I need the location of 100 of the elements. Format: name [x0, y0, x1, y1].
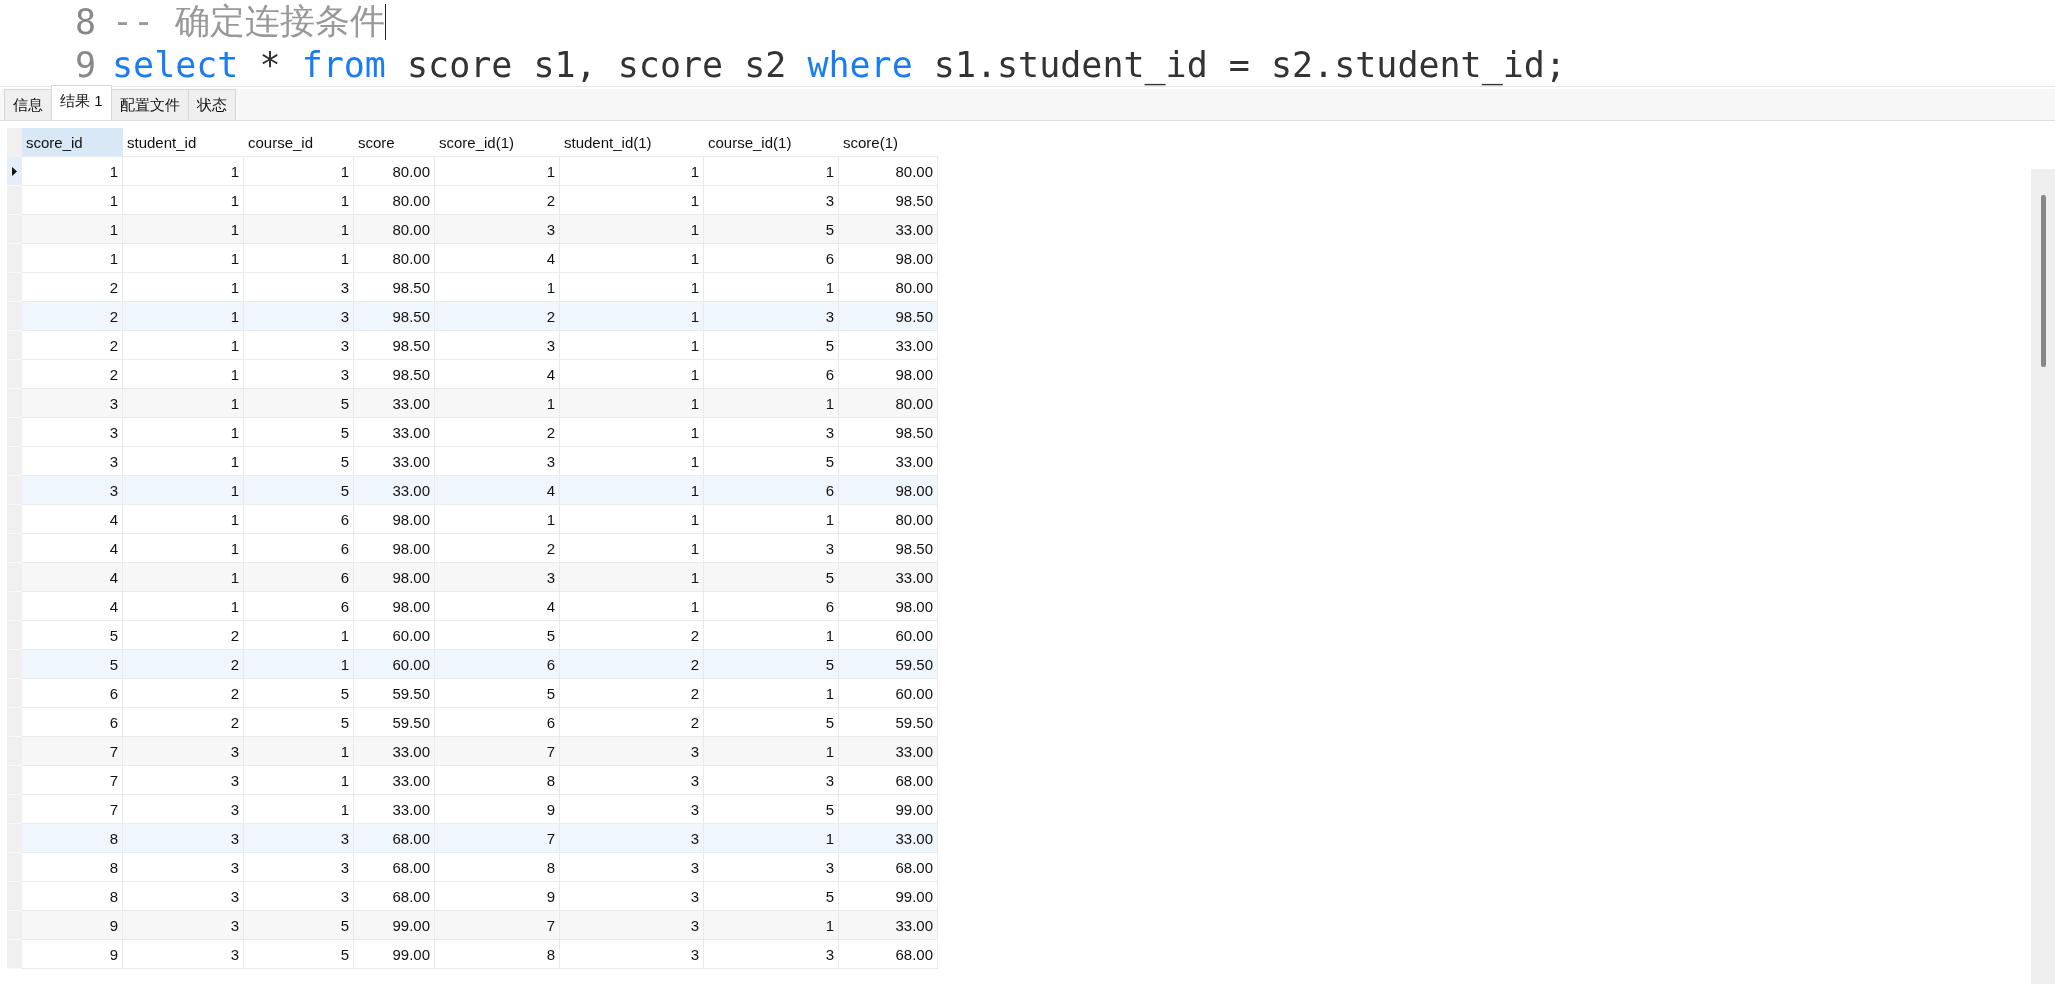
table-cell: 1: [244, 157, 354, 186]
table-cell: 60.00: [354, 650, 435, 679]
table-cell: 1: [244, 244, 354, 273]
table-cell: 1: [22, 244, 123, 273]
table-cell: 98.50: [354, 302, 435, 331]
table-cell: 68.00: [839, 853, 938, 882]
table-cell: 3: [123, 824, 244, 853]
table-cell: 7: [435, 824, 560, 853]
table-cell: 3: [123, 940, 244, 969]
table-cell: 1: [244, 737, 354, 766]
table-cell: 4: [22, 505, 123, 534]
table-cell: 2: [435, 302, 560, 331]
table-cell: 59.50: [354, 679, 435, 708]
table-cell: 5: [704, 650, 839, 679]
table-cell: 4: [22, 592, 123, 621]
table-cell: 98.00: [839, 592, 938, 621]
table-cell: 1: [560, 302, 704, 331]
table-cell: 3: [435, 215, 560, 244]
table-cell: 80.00: [839, 505, 938, 534]
table-cell: 7: [435, 911, 560, 940]
table-cell: 1: [123, 592, 244, 621]
table-cell: 1: [704, 679, 839, 708]
tab[interactable]: 配置文件: [110, 89, 189, 120]
table-cell: 4: [435, 244, 560, 273]
table-cell: 98.00: [354, 592, 435, 621]
table-cell: 33.00: [839, 737, 938, 766]
table-cell: 99.00: [354, 911, 435, 940]
table-cell: 7: [435, 737, 560, 766]
table-cell: 33.00: [839, 911, 938, 940]
table-cell: 5: [435, 679, 560, 708]
table-cell: 1: [560, 389, 704, 418]
table-cell: 59.50: [839, 650, 938, 679]
table-cell: 3: [244, 853, 354, 882]
table-cell: 33.00: [839, 563, 938, 592]
table-cell: 5: [704, 215, 839, 244]
table-cell: 5: [22, 650, 123, 679]
table-cell: 3: [123, 853, 244, 882]
table-cell: 1: [560, 418, 704, 447]
table-cell: 6: [244, 592, 354, 621]
line-number: 8: [73, 1, 97, 42]
table-cell: 7: [22, 737, 123, 766]
table-cell: 1: [435, 505, 560, 534]
table-cell: 1: [123, 331, 244, 360]
row-header[interactable]: [7, 157, 22, 186]
table-cell: 1: [123, 389, 244, 418]
table-cell: 5: [244, 389, 354, 418]
table-cell: 1: [435, 389, 560, 418]
table-cell: 2: [123, 650, 244, 679]
table-cell: 1: [560, 157, 704, 186]
table-cell: 99.00: [354, 940, 435, 969]
table-cell: 4: [435, 476, 560, 505]
table-cell: 98.50: [839, 418, 938, 447]
table-cell: 1: [704, 824, 839, 853]
table-cell: 3: [560, 737, 704, 766]
current-row-icon: [12, 166, 17, 176]
table-cell: 3: [560, 853, 704, 882]
table-cell: 5: [704, 331, 839, 360]
table-cell: 3: [244, 302, 354, 331]
table-cell: 1: [244, 215, 354, 244]
table-cell: 1: [123, 157, 244, 186]
scrollbar-thumb[interactable]: [2040, 195, 2046, 367]
vertical-scrollbar[interactable]: [2031, 169, 2055, 984]
table-cell: 3: [704, 302, 839, 331]
table-cell: 9: [22, 911, 123, 940]
table-cell: 98.00: [839, 476, 938, 505]
table-cell: 33.00: [354, 766, 435, 795]
table-cell: 2: [22, 302, 123, 331]
table-cell: 98.50: [354, 331, 435, 360]
table-cell: 1: [560, 505, 704, 534]
table-cell: 2: [560, 650, 704, 679]
table-cell: 1: [123, 244, 244, 273]
table-cell: 98.00: [354, 505, 435, 534]
table-cell: 80.00: [839, 157, 938, 186]
table-cell: 1: [704, 737, 839, 766]
table-cell: 80.00: [354, 215, 435, 244]
tab[interactable]: 结果 1: [51, 85, 112, 120]
grid-corner: [7, 128, 22, 157]
table-cell: 98.00: [354, 563, 435, 592]
tab[interactable]: 状态: [187, 89, 236, 120]
table-cell: 5: [244, 418, 354, 447]
table-cell: 80.00: [354, 157, 435, 186]
table-cell: 68.00: [839, 766, 938, 795]
table-cell: 3: [22, 418, 123, 447]
table-cell: 1: [123, 215, 244, 244]
table-cell: 3: [123, 737, 244, 766]
table-cell: 5: [704, 563, 839, 592]
table-cell: 3: [704, 766, 839, 795]
table-cell: 8: [435, 940, 560, 969]
table-cell: 1: [560, 244, 704, 273]
table-cell: 98.50: [839, 302, 938, 331]
table-cell: 1: [704, 157, 839, 186]
table-cell: 3: [123, 766, 244, 795]
table-cell: 68.00: [839, 940, 938, 969]
table-cell: 3: [560, 824, 704, 853]
table-cell: 2: [435, 418, 560, 447]
tab[interactable]: 信息: [4, 89, 52, 120]
column-header[interactable]: score_id: [22, 128, 123, 157]
table-cell: 3: [22, 476, 123, 505]
table-cell: 5: [244, 679, 354, 708]
table-cell: 1: [704, 389, 839, 418]
